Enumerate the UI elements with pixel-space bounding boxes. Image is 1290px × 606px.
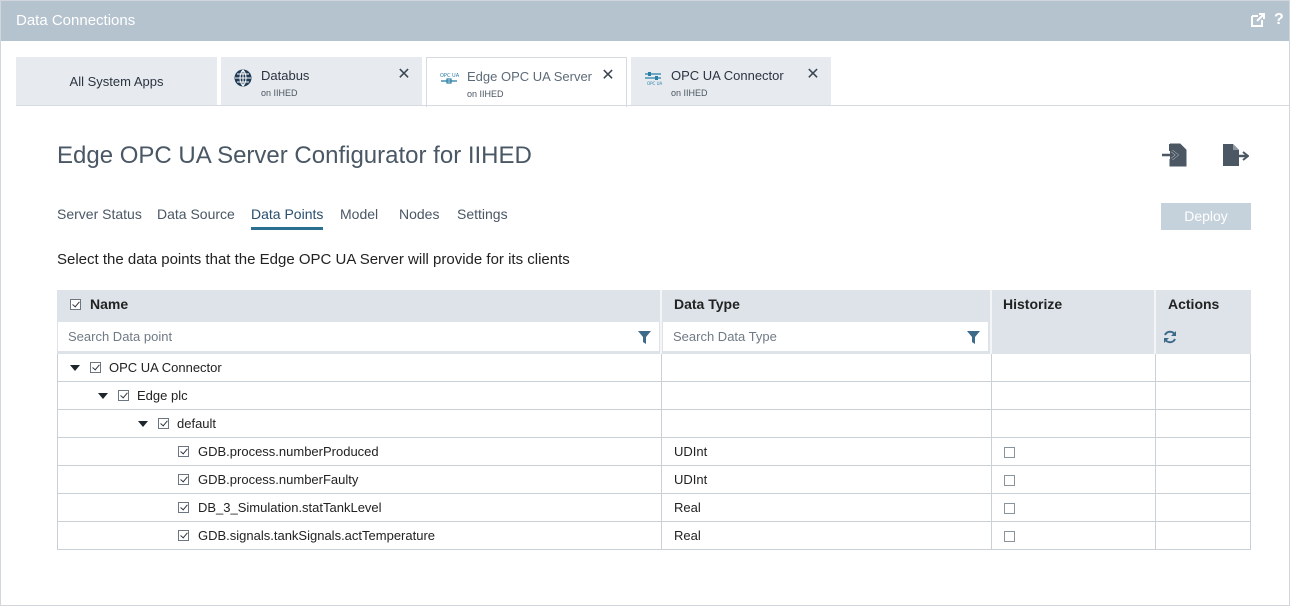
row-name: default xyxy=(177,416,217,431)
page-description: Select the data points that the Edge OPC… xyxy=(57,251,570,268)
tab-label: All System Apps xyxy=(69,74,164,89)
window-titlebar: Data Connections ? xyxy=(1,1,1289,41)
tab-label: OPC UA Connector xyxy=(671,68,784,83)
page-title: Edge OPC UA Server Configurator for IIHE… xyxy=(57,142,532,169)
historize-checkbox[interactable] xyxy=(1004,447,1015,458)
tab-nodes[interactable]: Nodes xyxy=(399,206,439,222)
tab-subtitle: on IIHED xyxy=(261,88,298,98)
tab-divider xyxy=(16,105,1289,106)
row-name: GDB.process.numberProduced xyxy=(198,444,379,459)
tab-label: Databus xyxy=(261,68,310,83)
historize-checkbox[interactable] xyxy=(1004,531,1015,542)
row-name: GDB.signals.tankSignals.actTemperature xyxy=(198,528,436,543)
column-header-actions: Actions xyxy=(1168,296,1220,312)
row-name: DB_3_Simulation.statTankLevel xyxy=(198,500,382,515)
table-body: OPC UA Connector Edge plc default GDB.pr… xyxy=(57,354,1251,550)
window-title: Data Connections xyxy=(16,12,136,29)
tab-all-system-apps[interactable]: All System Apps xyxy=(16,57,217,106)
row-data-type: UDInt xyxy=(674,472,708,487)
help-icon[interactable]: ? xyxy=(1274,11,1290,29)
close-icon[interactable]: ✕ xyxy=(598,66,618,86)
tab-databus[interactable]: Databus on IIHED ✕ xyxy=(221,57,422,106)
collapse-icon[interactable] xyxy=(98,393,108,399)
table-row[interactable]: Edge plc xyxy=(58,382,1250,410)
search-type-field xyxy=(663,322,988,351)
table-row[interactable]: OPC UA Connector xyxy=(58,354,1250,382)
svg-text:OPC UA: OPC UA xyxy=(647,81,663,86)
globe-network-icon xyxy=(233,68,253,88)
column-divider xyxy=(1154,290,1156,354)
tab-data-points[interactable]: Data Points xyxy=(251,206,324,230)
opcua-server-icon: OPC UA xyxy=(439,69,460,89)
row-data-type: Real xyxy=(674,528,701,543)
tab-model[interactable]: Model xyxy=(340,206,378,222)
row-checkbox[interactable] xyxy=(178,530,189,541)
refresh-icon[interactable] xyxy=(1163,330,1177,344)
row-data-type: Real xyxy=(674,500,701,515)
table-header: Name Data Type Historize Actions xyxy=(57,290,1251,354)
search-name-field xyxy=(58,322,659,351)
column-header-name[interactable]: Name xyxy=(90,290,128,320)
table-row[interactable]: default xyxy=(58,410,1250,438)
tab-subtitle: on IIHED xyxy=(467,89,504,99)
search-input[interactable] xyxy=(663,322,988,351)
table-row[interactable]: GDB.signals.tankSignals.actTemperature R… xyxy=(58,522,1250,550)
close-icon[interactable]: ✕ xyxy=(394,65,414,85)
tab-data-source[interactable]: Data Source xyxy=(157,206,235,222)
row-checkbox[interactable] xyxy=(178,502,189,513)
deploy-button[interactable]: Deploy xyxy=(1161,203,1251,230)
row-checkbox[interactable] xyxy=(178,474,189,485)
svg-text:OPC UA: OPC UA xyxy=(440,73,459,79)
column-divider xyxy=(990,290,992,354)
column-header-historize[interactable]: Historize xyxy=(1003,290,1062,320)
row-data-type: UDInt xyxy=(674,444,708,459)
filter-icon[interactable] xyxy=(967,331,980,344)
table-row[interactable]: GDB.process.numberProduced UDInt xyxy=(58,438,1250,466)
collapse-icon[interactable] xyxy=(70,365,80,371)
tab-subtitle: on IIHED xyxy=(671,88,708,98)
opcua-connector-icon: OPC UA xyxy=(643,68,663,88)
tab-server-status[interactable]: Server Status xyxy=(57,206,142,222)
historize-checkbox[interactable] xyxy=(1004,475,1015,486)
row-name: Edge plc xyxy=(137,388,188,403)
external-link-icon[interactable] xyxy=(1249,11,1267,29)
tab-settings[interactable]: Settings xyxy=(457,206,508,222)
tab-label: Edge OPC UA Server xyxy=(467,69,592,84)
search-input[interactable] xyxy=(58,322,659,351)
filter-icon[interactable] xyxy=(638,331,651,344)
tab-edge-opc-ua-server[interactable]: OPC UA Edge OPC UA Server on IIHED ✕ xyxy=(426,57,627,107)
export-icon[interactable] xyxy=(1221,141,1250,169)
data-connections-window: Data Connections ? All System Apps Datab… xyxy=(0,0,1290,606)
close-icon[interactable]: ✕ xyxy=(803,65,823,85)
row-checkbox[interactable] xyxy=(118,390,129,401)
column-divider xyxy=(660,290,662,354)
column-header-data-type[interactable]: Data Type xyxy=(674,290,740,320)
row-name: OPC UA Connector xyxy=(109,360,222,375)
table-row[interactable]: GDB.process.numberFaulty UDInt xyxy=(58,466,1250,494)
row-name: GDB.process.numberFaulty xyxy=(198,472,359,487)
row-checkbox[interactable] xyxy=(158,418,169,429)
row-checkbox[interactable] xyxy=(90,362,101,373)
table-row[interactable]: DB_3_Simulation.statTankLevel Real xyxy=(58,494,1250,522)
select-all-checkbox[interactable] xyxy=(70,299,81,310)
tab-opc-ua-connector[interactable]: OPC UA OPC UA Connector on IIHED ✕ xyxy=(631,57,831,106)
collapse-icon[interactable] xyxy=(138,421,148,427)
import-icon[interactable] xyxy=(1161,141,1189,169)
historize-checkbox[interactable] xyxy=(1004,503,1015,514)
row-checkbox[interactable] xyxy=(178,446,189,457)
